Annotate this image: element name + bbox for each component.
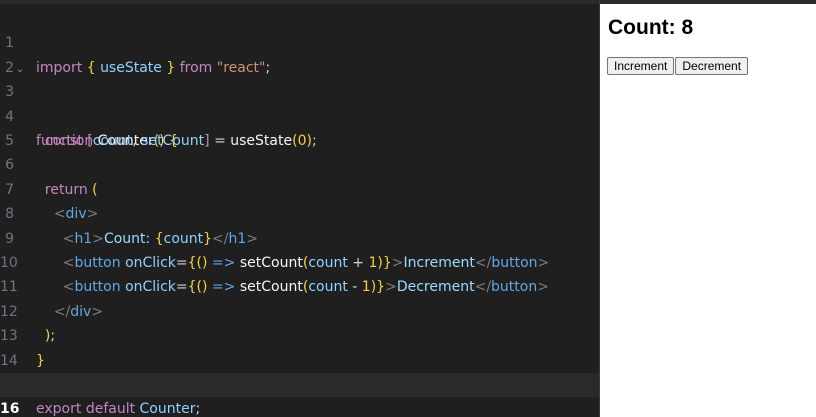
line-number: 16	[0, 401, 20, 417]
increment-button[interactable]: Increment	[607, 57, 675, 75]
code-line[interactable]: 3 ⌄ function Counter() {	[0, 56, 599, 149]
decrement-button[interactable]: Decrement	[675, 57, 749, 75]
code-line[interactable]: 10 <button onClick={() => setCount(count…	[0, 227, 599, 295]
code-line[interactable]: 12 );	[0, 275, 599, 344]
code-line[interactable]: 11 </div>	[0, 251, 599, 319]
code-editor[interactable]: 1 import { useState } from "react"; 2 3 …	[0, 4, 599, 417]
code-line-current[interactable]: 16	[0, 373, 599, 417]
code-line[interactable]: 1 import { useState } from "react";	[0, 7, 599, 75]
code-line[interactable]: 9 <button onClick={() => setCount(count …	[0, 202, 599, 271]
code-line[interactable]: 2	[0, 31, 599, 76]
code-line[interactable]: 14	[0, 324, 599, 369]
code-line[interactable]: 5	[0, 105, 599, 149]
code-line[interactable]: 13 }	[0, 300, 599, 368]
code-line[interactable]: 15 export default Counter;	[0, 349, 599, 417]
code-line[interactable]: 7 <div>	[0, 153, 599, 222]
code-text: export default Counter;	[36, 401, 201, 417]
count-heading: Count: 8	[608, 16, 694, 39]
button-group: Increment Decrement	[607, 57, 749, 75]
preview-pane: Count: 8 Increment Decrement	[600, 4, 816, 417]
code-line[interactable]: 4 const [count, setCount] = useState(0);	[0, 80, 599, 149]
chevron-down-icon[interactable]: ⌄	[16, 58, 24, 82]
code-line[interactable]: 6 return (	[0, 129, 599, 197]
code-line[interactable]: 8 <h1>Count: {count}</h1>	[0, 178, 599, 246]
